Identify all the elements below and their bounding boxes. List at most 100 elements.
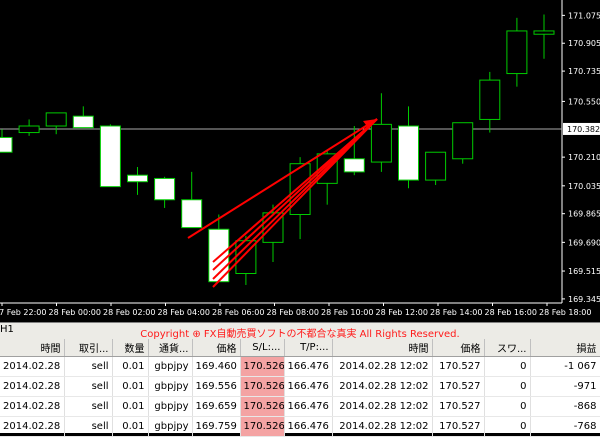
time-tick-label: 28 Feb 00:00 [49, 308, 101, 317]
column-header[interactable]: スワ... [484, 339, 531, 357]
table-cell: 0.01 [112, 376, 149, 397]
price-tick-label: 170.210 [568, 153, 600, 162]
table-cell: gbpjpy [148, 356, 193, 377]
table-cell: 0 [484, 416, 531, 437]
time-tick-label: 28 Feb 10:00 [321, 308, 373, 317]
time-tick-label: 27 Feb 22:00 [0, 308, 46, 317]
table-cell: 166.476 [284, 396, 333, 417]
candle-body [506, 30, 528, 75]
table-cell: 2014.02.28 12:02 [332, 396, 433, 417]
column-header[interactable]: 損益 [530, 339, 600, 357]
table-cell: gbpjpy [148, 416, 193, 437]
candle-body [99, 125, 121, 188]
table-cell: sell [64, 416, 113, 437]
candle-body [533, 30, 555, 35]
column-header[interactable]: 通貨... [148, 339, 193, 357]
table-cell: 166.476 [284, 376, 333, 397]
table-cell: 2014.02.28 06:55 [0, 376, 65, 397]
candle-body [0, 136, 13, 153]
candle-body [479, 79, 501, 120]
chart-tab-strip: H1 Copyright ⊕ FX自動売買ソフトの不都合な真実 All Righ… [0, 322, 600, 340]
price-tick-label: 169.690 [568, 238, 600, 247]
trend-arrow-line [212, 118, 378, 288]
table-row[interactable]: 2014.02.28 06:54sell0.01gbpjpy169.659170… [0, 396, 600, 417]
column-header[interactable]: T/P:... [284, 339, 333, 357]
candle-body [452, 122, 474, 160]
column-header[interactable]: 数量 [112, 339, 149, 357]
current-price-label: 170.382 [567, 125, 600, 134]
time-tick-label: 28 Feb 14:00 [430, 308, 482, 317]
table-cell: 0.01 [112, 356, 149, 377]
table-header-row: 時間 取引... 数量 通貨... 価格 S/L:... T/P:... 時間 価格 スワ... 損… [0, 339, 600, 357]
price-tick-label: 170.550 [568, 97, 600, 106]
price-tick-label: 171.075 [568, 11, 600, 20]
price-tick-label: 170.735 [568, 67, 600, 76]
table-cell: 2014.02.28 12:02 [332, 416, 433, 437]
copyright-notice: Copyright ⊕ FX自動売買ソフトの不都合な真実 All Rights … [140, 329, 460, 340]
table-cell: 166.476 [284, 416, 333, 437]
table-cell: 169.759 [192, 416, 241, 437]
table-cell: 2014.02.28 06:54 [0, 396, 65, 417]
time-tick-label: 28 Feb 12:00 [376, 308, 428, 317]
candle-body [45, 112, 67, 127]
table-cell: -971 [530, 376, 600, 397]
table-cell: 0 [484, 356, 531, 377]
column-header[interactable]: 時間 [0, 339, 65, 357]
candle-body [398, 125, 419, 181]
table-cell: 169.659 [192, 396, 241, 417]
table-cell: 169.460 [192, 356, 241, 377]
table-cell: 166.476 [284, 356, 333, 377]
candle-body [18, 125, 40, 134]
candle-body [343, 158, 365, 173]
price-tick-label: 169.515 [568, 267, 600, 276]
table-row[interactable]: 2014.02.28 05:15sell0.01gbpjpy169.759170… [0, 416, 600, 437]
table-cell: 170.526 [240, 396, 285, 417]
price-tick-label: 169.345 [568, 295, 600, 304]
candle-body [425, 151, 447, 181]
table-cell: 170.526 [240, 356, 285, 377]
table-cell: -768 [530, 416, 600, 437]
table-cell: gbpjpy [148, 396, 193, 417]
table-cell: 170.527 [432, 356, 485, 377]
column-header[interactable]: 価格 [192, 339, 241, 357]
table-cell: sell [64, 376, 113, 397]
candle-body [370, 123, 392, 163]
table-cell: -868 [530, 396, 600, 417]
column-header[interactable]: 時間 [332, 339, 433, 357]
time-tick-label: 28 Feb 06:00 [212, 308, 264, 317]
table-cell: 170.527 [432, 376, 485, 397]
table-cell: 169.556 [192, 376, 241, 397]
table-cell: 170.527 [432, 396, 485, 417]
time-tick-label: 28 Feb 18:00 [539, 308, 591, 317]
column-header[interactable]: 価格 [432, 339, 485, 357]
table-cell: 2014.02.28 05:15 [0, 416, 65, 437]
price-tick-label: 170.905 [568, 39, 600, 48]
candle-body [72, 115, 94, 129]
table-cell: 0.01 [112, 416, 149, 437]
candle-body [127, 174, 148, 183]
column-header[interactable]: 取引... [64, 339, 113, 357]
time-tick-label: 28 Feb 02:00 [103, 308, 155, 317]
trade-history-table: 時間 取引... 数量 通貨... 価格 S/L:... T/P:... 時間 価格 スワ... 損… [0, 339, 600, 437]
table-cell: gbpjpy [148, 376, 193, 397]
table-cell: 170.526 [240, 416, 285, 437]
table-cell: 0.01 [112, 396, 149, 417]
price-chart[interactable]: 171.075 170.905 170.735 170.550 170.210 170.0… [0, 0, 600, 322]
table-row[interactable]: 2014.02.28 06:56sell0.01gbpjpy169.460170… [0, 356, 600, 377]
time-tick-label: 28 Feb 04:00 [158, 308, 210, 317]
table-cell: 170.527 [432, 416, 485, 437]
column-header[interactable]: S/L:... [240, 339, 285, 357]
table-cell: -1 067 [530, 356, 600, 377]
table-cell: 0 [484, 396, 531, 417]
price-tick-label: 169.865 [568, 210, 600, 219]
price-tick-label: 170.035 [568, 182, 600, 191]
table-cell: 2014.02.28 06:56 [0, 356, 65, 377]
table-cell: 170.526 [240, 376, 285, 397]
time-tick-label: 28 Feb 16:00 [485, 308, 537, 317]
table-cell: sell [64, 356, 113, 377]
time-tick-label: 28 Feb 08:00 [267, 308, 319, 317]
table-cell: 0 [484, 376, 531, 397]
table-row[interactable]: 2014.02.28 06:55sell0.01gbpjpy169.556170… [0, 376, 600, 397]
table-cell: 2014.02.28 12:02 [332, 376, 433, 397]
table-cell: 2014.02.28 12:02 [332, 356, 433, 377]
